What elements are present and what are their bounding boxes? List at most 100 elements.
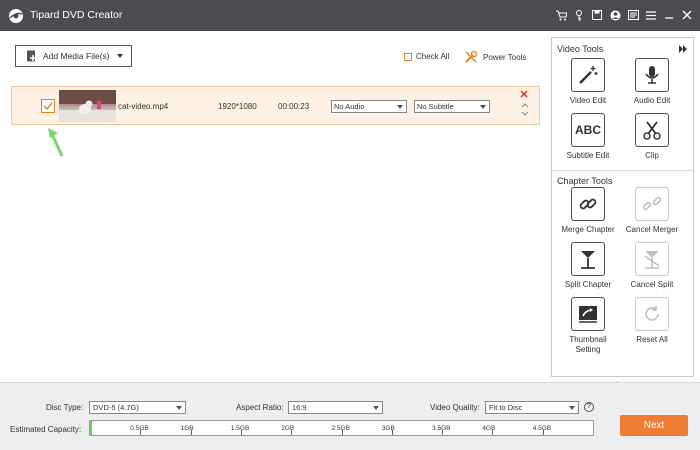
settings-bar bbox=[0, 382, 700, 450]
title-bar: Tipard DVD Creator bbox=[0, 0, 700, 31]
audio-track-select[interactable]: No Audio bbox=[331, 100, 407, 113]
thumbnail-setting-label: Thumbnail Setting bbox=[554, 335, 622, 355]
cancel-split-label: Cancel Split bbox=[630, 280, 674, 289]
user-icon[interactable] bbox=[608, 8, 622, 22]
aspect-ratio-select[interactable]: 16:9 bbox=[288, 401, 383, 414]
subtitle-edit-tool[interactable]: ABC Subtitle Edit bbox=[554, 113, 622, 161]
app-title: Tipard DVD Creator bbox=[30, 9, 123, 21]
power-tools-label: Power Tools bbox=[483, 52, 527, 62]
magic-wand-icon bbox=[571, 58, 605, 92]
audio-edit-tool[interactable]: Audio Edit bbox=[618, 58, 686, 106]
close-icon[interactable] bbox=[680, 8, 694, 22]
capacity-tick-label: 0.5GB bbox=[130, 425, 149, 432]
capacity-tick-label: 4.5GB bbox=[532, 425, 552, 432]
chevron-down-icon bbox=[117, 54, 123, 58]
video-thumbnail bbox=[59, 90, 116, 122]
video-tools-title: Video Tools bbox=[557, 44, 604, 54]
split-chapter-tool[interactable]: Split Chapter bbox=[554, 242, 622, 290]
next-button[interactable]: Next bbox=[620, 415, 688, 436]
media-resolution: 1920*1080 bbox=[218, 102, 257, 111]
collapse-panel-icon[interactable] bbox=[679, 45, 687, 53]
abc-glyph: ABC bbox=[575, 123, 601, 137]
capacity-tick-label: 1GB bbox=[180, 425, 194, 432]
chapter-tools-title: Chapter Tools bbox=[557, 176, 613, 186]
media-filename: cat-video.mp4 bbox=[118, 102, 169, 111]
cart-icon[interactable] bbox=[554, 8, 568, 22]
disc-type-label: Disc Type: bbox=[46, 403, 84, 412]
media-item-row[interactable]: cat-video.mp4 1920*1080 00:00:23 No Audi… bbox=[11, 86, 540, 125]
app-logo-icon bbox=[9, 9, 23, 23]
thumbnail-setting-tool[interactable]: Thumbnail Setting bbox=[554, 297, 622, 355]
clip-label: Clip bbox=[645, 151, 659, 160]
disc-type-select[interactable]: DVD-5 (4.7G) bbox=[89, 401, 186, 414]
estimated-capacity-label: Estimated Capacity: bbox=[10, 425, 82, 434]
audio-edit-label: Audio Edit bbox=[633, 96, 671, 105]
video-quality-select[interactable]: Fit to Disc bbox=[485, 401, 579, 414]
chevron-down-icon bbox=[480, 105, 486, 109]
aspect-ratio-value: 16:9 bbox=[292, 403, 307, 412]
split-icon bbox=[571, 242, 605, 276]
add-file-icon bbox=[27, 50, 36, 62]
reset-all-label: Reset All bbox=[636, 335, 668, 344]
tools-icon bbox=[465, 50, 478, 63]
move-up-icon[interactable] bbox=[521, 102, 529, 108]
chevron-down-icon bbox=[569, 406, 575, 410]
subtitle-value: No Subtitle bbox=[417, 102, 454, 111]
capacity-tick-label: 3.5GB bbox=[432, 425, 451, 432]
video-quality-value: Fit to Disc bbox=[489, 403, 523, 412]
microphone-icon bbox=[635, 58, 669, 92]
chevron-down-icon bbox=[176, 406, 182, 410]
split-chapter-label: Split Chapter bbox=[564, 280, 612, 289]
cancel-split-tool[interactable]: Cancel Split bbox=[618, 242, 686, 290]
audio-track-value: No Audio bbox=[334, 102, 365, 111]
add-media-button[interactable]: Add Media File(s) bbox=[15, 45, 132, 67]
subtitle-edit-label: Subtitle Edit bbox=[566, 151, 610, 160]
video-quality-label: Video Quality: bbox=[430, 403, 480, 412]
menu-icon[interactable] bbox=[644, 8, 658, 22]
disc-type-value: DVD-5 (4.7G) bbox=[93, 403, 139, 412]
chevron-down-icon bbox=[373, 406, 379, 410]
divider bbox=[552, 170, 693, 171]
key-icon[interactable] bbox=[572, 8, 586, 22]
reset-all-tool[interactable]: Reset All bbox=[618, 297, 686, 345]
check-all-checkbox[interactable] bbox=[404, 52, 412, 61]
capacity-bar: 0.5GB 1GB 1.5GB 2GB 2.5GB 3GB 3.5GB 4GB 4.5GB bbox=[89, 420, 594, 436]
thumbnail-label-line1: Thumbnail bbox=[569, 335, 607, 344]
thumbnail-label-line2: Setting bbox=[575, 345, 601, 354]
check-all-label: Check All bbox=[416, 52, 450, 61]
move-down-icon[interactable] bbox=[521, 111, 529, 117]
tools-panel: Video Tools Video Edit Audio Edit ABC Su… bbox=[551, 37, 694, 377]
check-all-toggle[interactable]: Check All bbox=[404, 52, 449, 61]
video-edit-tool[interactable]: Video Edit bbox=[554, 58, 622, 106]
scissors-icon bbox=[635, 113, 669, 147]
media-item-checkbox[interactable] bbox=[41, 99, 55, 113]
unlink-icon bbox=[635, 187, 669, 221]
capacity-tick-label: 3GB bbox=[381, 425, 395, 432]
aspect-ratio-label: Aspect Ratio: bbox=[236, 403, 284, 412]
feedback-icon[interactable] bbox=[626, 8, 640, 22]
thumbnail-icon bbox=[571, 297, 605, 331]
help-icon[interactable]: ? bbox=[584, 402, 594, 412]
cancel-merger-tool[interactable]: Cancel Merger bbox=[618, 187, 686, 235]
media-toolbar: Add Media File(s) Check All Power Tools bbox=[0, 31, 550, 83]
save-icon[interactable] bbox=[590, 8, 604, 22]
add-media-label: Add Media File(s) bbox=[43, 51, 110, 61]
media-duration: 00:00:23 bbox=[278, 102, 310, 111]
link-icon bbox=[571, 187, 605, 221]
checkmark-icon bbox=[43, 102, 53, 111]
delete-item-icon[interactable] bbox=[520, 90, 530, 100]
capacity-tick-label: 2GB bbox=[281, 425, 295, 432]
abc-icon: ABC bbox=[571, 113, 605, 147]
video-edit-label: Video Edit bbox=[569, 96, 607, 105]
merge-chapter-tool[interactable]: Merge Chapter bbox=[554, 187, 622, 235]
clip-tool[interactable]: Clip bbox=[618, 113, 686, 161]
reset-icon bbox=[635, 297, 669, 331]
capacity-fill bbox=[90, 421, 92, 435]
capacity-tick-label: 2.5GB bbox=[331, 425, 350, 432]
subtitle-select[interactable]: No Subtitle bbox=[414, 100, 490, 113]
capacity-tick-label: 4GB bbox=[482, 425, 496, 432]
minimize-icon[interactable] bbox=[662, 8, 676, 22]
pointer-arrow-icon bbox=[48, 128, 64, 157]
capacity-tick-label: 1.5GB bbox=[230, 425, 250, 432]
power-tools-button[interactable]: Power Tools bbox=[464, 50, 526, 64]
